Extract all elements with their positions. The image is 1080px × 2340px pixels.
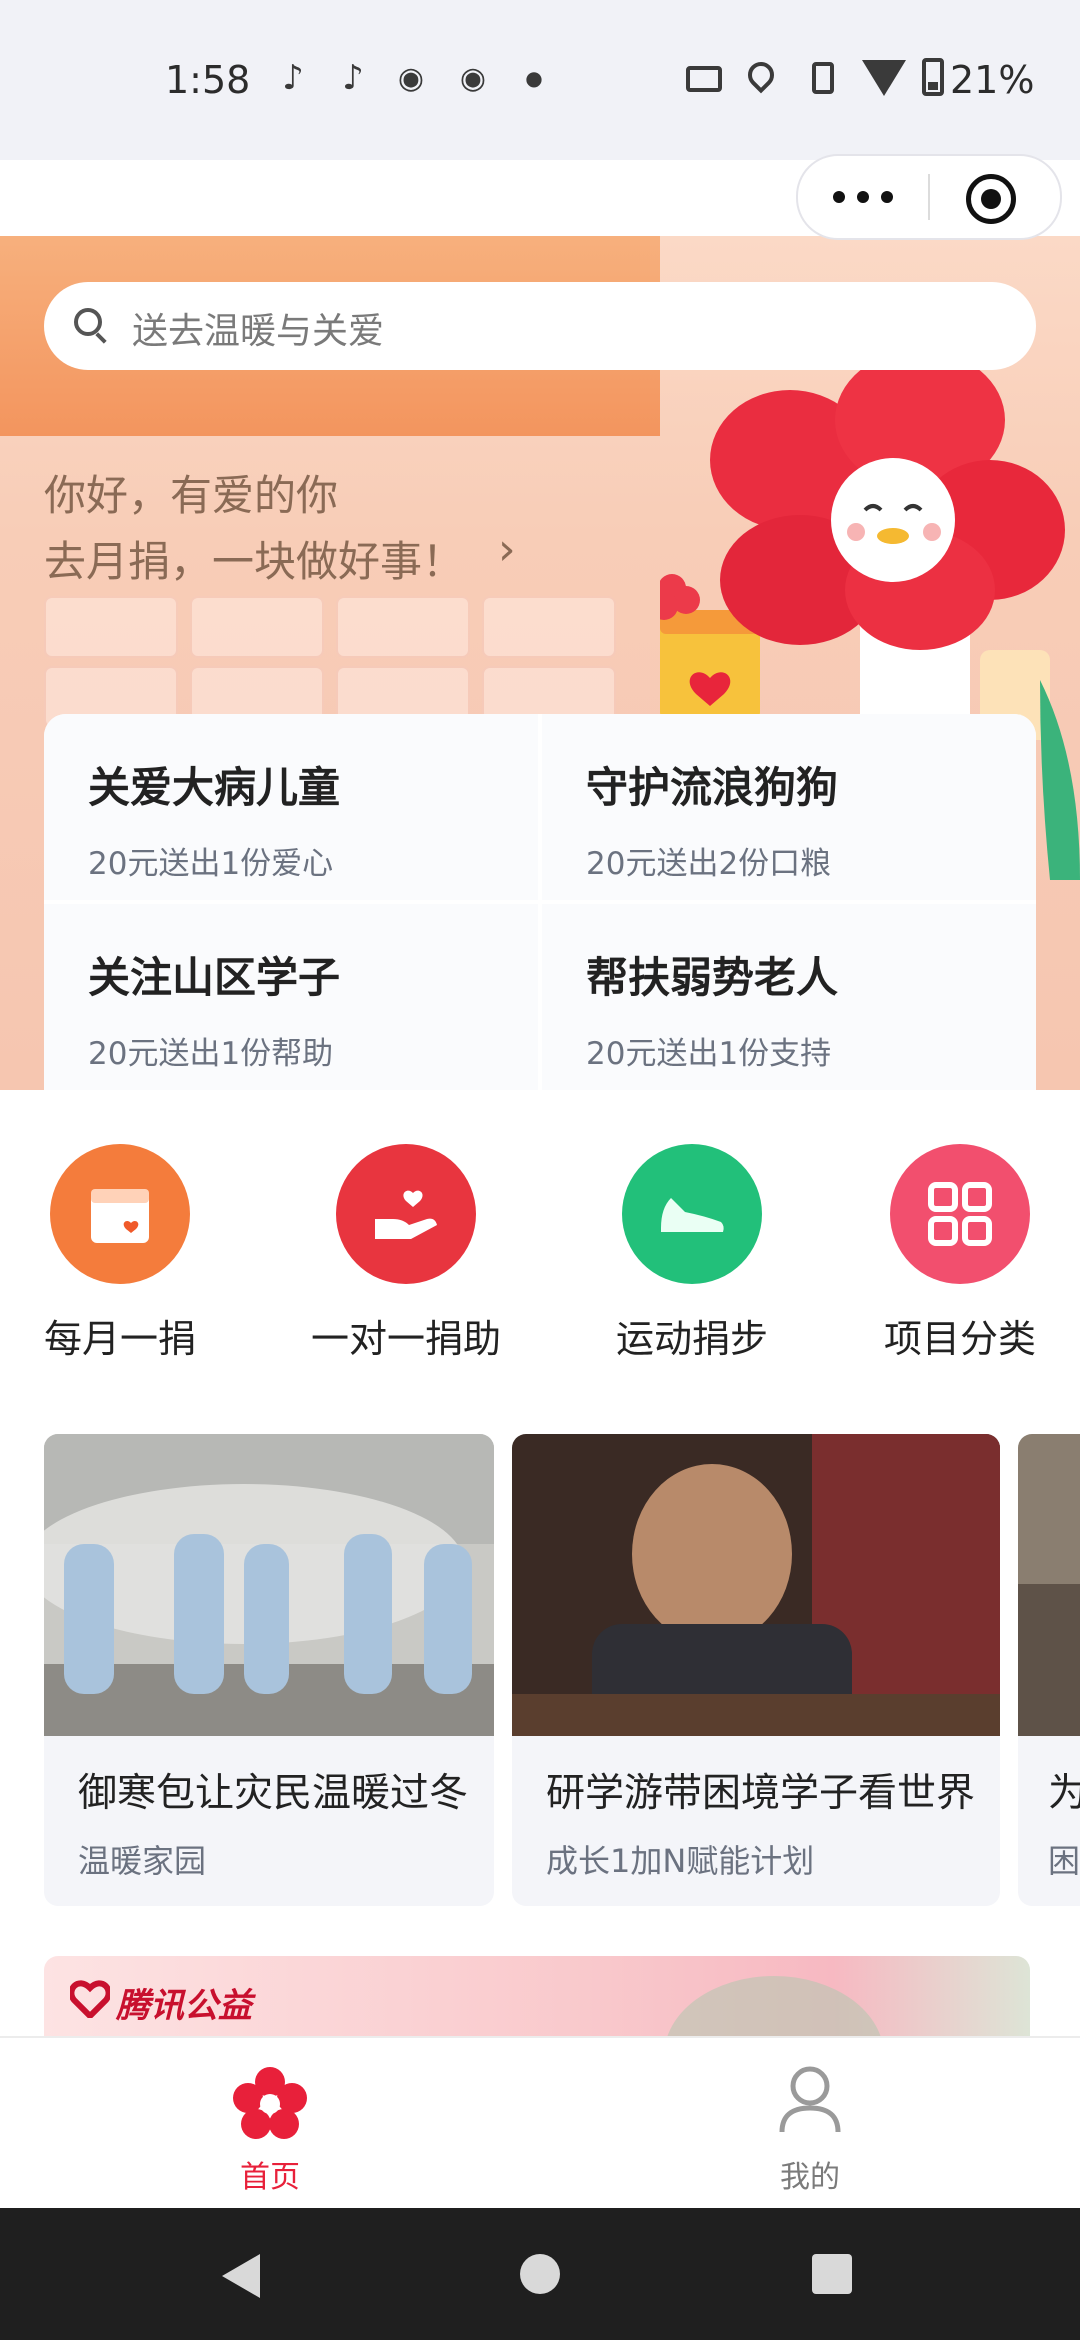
cause-subtitle: 20元送出1份爱心 bbox=[88, 846, 334, 882]
calendar-icon bbox=[50, 1144, 190, 1284]
cause-subtitle: 20元送出1份支持 bbox=[586, 1036, 832, 1072]
project-subtitle: 温暖家园 bbox=[78, 1842, 207, 1880]
more-dots-icon[interactable] bbox=[798, 156, 928, 238]
entry-step-donation[interactable]: 运动捐步 bbox=[582, 1144, 802, 1394]
status-time: 1:58 bbox=[165, 58, 251, 102]
tiktok-icon: ♪ bbox=[282, 58, 304, 98]
project-title: 研学游带困境学子看世界 bbox=[546, 1771, 976, 1816]
cause-card[interactable]: 帮扶弱势老人 20元送出1份支持 bbox=[542, 904, 1036, 1090]
project-card[interactable]: 为 困 bbox=[1018, 1434, 1080, 1906]
recents-icon[interactable] bbox=[812, 2254, 852, 2294]
greeting-line-1: 你好，有爱的你 bbox=[44, 471, 339, 520]
project-image bbox=[512, 1434, 1000, 1736]
entry-label: 项目分类 bbox=[883, 1317, 1036, 1361]
tab-home[interactable]: 首页 bbox=[170, 2038, 370, 2210]
cause-title: 帮扶弱势老人 bbox=[586, 953, 839, 1002]
entry-label: 运动捐步 bbox=[615, 1317, 768, 1361]
chevron-right-icon[interactable]: › bbox=[498, 524, 516, 575]
promo-logo-text: 腾讯公益 bbox=[116, 1986, 252, 2026]
entry-project-categories[interactable]: 项目分类 bbox=[850, 1144, 1070, 1394]
entry-label: 每月一捐 bbox=[43, 1317, 196, 1361]
project-subtitle: 困 bbox=[1048, 1842, 1080, 1880]
tab-profile[interactable]: 我的 bbox=[710, 2038, 910, 2210]
weibo-icon: ◉ bbox=[397, 60, 425, 96]
status-bar: 1:58 ♪ ♪ ◉ ◉ ● 21% bbox=[0, 0, 1080, 160]
battery-percent: 21% bbox=[950, 58, 1035, 102]
tiktok-icon: ♪ bbox=[342, 58, 364, 98]
decor-tile bbox=[190, 596, 324, 658]
mini-program-capsule bbox=[796, 154, 1062, 240]
decor-tile bbox=[336, 596, 470, 658]
location-icon bbox=[742, 56, 780, 94]
cause-subtitle: 20元送出1份帮助 bbox=[88, 1036, 334, 1072]
back-icon[interactable] bbox=[222, 2254, 260, 2298]
tab-label: 首页 bbox=[240, 2160, 300, 2195]
flower-icon bbox=[233, 2067, 307, 2139]
weibo-icon: ◉ bbox=[459, 60, 487, 96]
decor-tile bbox=[44, 596, 178, 658]
tencent-charity-logo bbox=[70, 1980, 110, 2018]
cause-card[interactable]: 守护流浪狗狗 20元送出2份口粮 bbox=[542, 714, 1036, 900]
dot-icon: ● bbox=[525, 66, 543, 90]
bottom-tab-bar: 首页 我的 bbox=[0, 2036, 1080, 2210]
grid-icon bbox=[890, 1144, 1030, 1284]
search-bar[interactable]: 送去温暖与关爱 bbox=[44, 282, 1036, 370]
home-icon[interactable] bbox=[520, 2254, 560, 2294]
search-placeholder: 送去温暖与关爱 bbox=[132, 311, 385, 352]
battery-icon bbox=[922, 58, 944, 96]
entry-one-to-one[interactable]: 一对一捐助 bbox=[296, 1144, 516, 1394]
heart-hand-icon bbox=[336, 1144, 476, 1284]
cause-title: 关注山区学子 bbox=[88, 953, 341, 1002]
project-image bbox=[1018, 1434, 1080, 1736]
wifi-icon bbox=[862, 60, 906, 96]
entry-monthly-donation[interactable]: 每月一捐 bbox=[10, 1144, 230, 1394]
project-card[interactable]: 研学游带困境学子看世界 成长1加N赋能计划 bbox=[512, 1434, 1000, 1906]
project-card[interactable]: 御寒包让灾民温暖过冬 温暖家园 bbox=[44, 1434, 494, 1906]
capsule-divider bbox=[928, 174, 930, 220]
system-navigation-bar bbox=[0, 2208, 1080, 2340]
vibrate-icon bbox=[812, 62, 834, 94]
tab-label: 我的 bbox=[780, 2160, 840, 2195]
shoe-icon bbox=[622, 1144, 762, 1284]
person-icon bbox=[779, 2066, 841, 2133]
cause-cards: 关爱大病儿童 20元送出1份爱心 守护流浪狗狗 20元送出2份口粮 关注山区学子… bbox=[44, 714, 1036, 1090]
search-icon bbox=[74, 308, 102, 336]
cause-title: 守护流浪狗狗 bbox=[586, 763, 839, 812]
project-title: 为 bbox=[1048, 1771, 1080, 1816]
cause-card[interactable]: 关爱大病儿童 20元送出1份爱心 bbox=[44, 714, 538, 900]
cast-icon bbox=[686, 66, 722, 92]
target-close-icon[interactable] bbox=[966, 174, 1016, 224]
decor-tile bbox=[482, 596, 616, 658]
project-subtitle: 成长1加N赋能计划 bbox=[546, 1842, 815, 1880]
greeting-line-2[interactable]: 去月捐，一块做好事！ bbox=[44, 528, 464, 589]
cause-card[interactable]: 关注山区学子 20元送出1份帮助 bbox=[44, 904, 538, 1090]
project-title: 御寒包让灾民温暖过冬 bbox=[78, 1771, 469, 1816]
project-image bbox=[44, 1434, 494, 1736]
cause-title: 关爱大病儿童 bbox=[88, 763, 341, 812]
entry-label: 一对一捐助 bbox=[310, 1317, 501, 1361]
cause-subtitle: 20元送出2份口粮 bbox=[586, 846, 832, 882]
